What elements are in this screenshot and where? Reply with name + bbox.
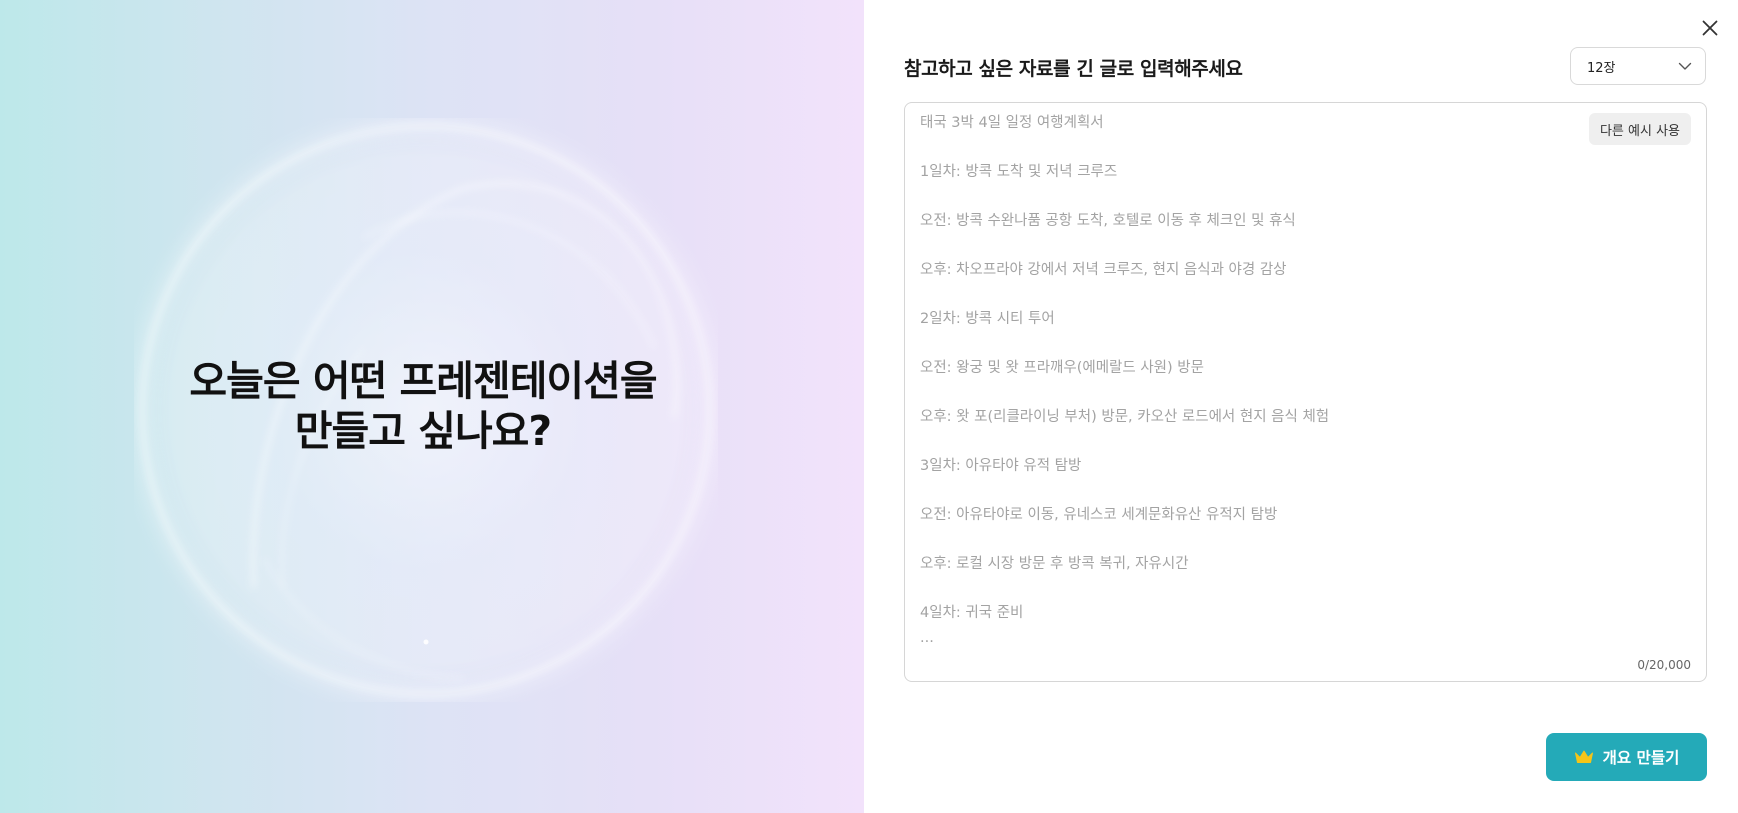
character-counter: 0/20,000 xyxy=(1637,658,1691,672)
input-panel: 참고하고 싶은 자료를 긴 글로 입력해주세요 12장 태국 3박 4일 일정 … xyxy=(864,0,1738,813)
hero-panel: 오늘은 어떤 프레젠테이션을 만들고 싶나요? xyxy=(0,0,864,813)
use-other-example-button[interactable]: 다른 예시 사용 xyxy=(1588,113,1691,145)
hero-title-line1: 오늘은 어떤 프레젠테이션을 xyxy=(189,357,657,405)
hero-title: 오늘은 어떤 프레젠테이션을 만들고 싶나요? xyxy=(0,356,846,456)
presentation-creator-page: 오늘은 어떤 프레젠테이션을 만들고 싶나요? 참고하고 싶은 자료를 긴 글로… xyxy=(0,0,1738,813)
form-title: 참고하고 싶은 자료를 긴 글로 입력해주세요 xyxy=(904,58,1243,80)
close-icon xyxy=(1702,20,1718,36)
source-text-input[interactable]: 태국 3박 4일 일정 여행계획서 1일차: 방콕 도착 및 저녁 크루즈 오전… xyxy=(904,102,1707,682)
hero-title-line2: 만들고 싶나요? xyxy=(294,407,552,455)
close-button[interactable] xyxy=(1698,16,1722,40)
chevron-down-icon xyxy=(1678,62,1692,70)
slide-count-select[interactable]: 12장 xyxy=(1570,47,1706,85)
source-text-placeholder: 태국 3박 4일 일정 여행계획서 1일차: 방콕 도착 및 저녁 크루즈 오전… xyxy=(920,115,1330,646)
create-outline-label: 개요 만들기 xyxy=(1602,749,1680,767)
create-outline-button[interactable]: 개요 만들기 xyxy=(1546,733,1707,781)
slide-count-value: 12장 xyxy=(1587,60,1616,76)
crown-icon xyxy=(1574,750,1593,763)
